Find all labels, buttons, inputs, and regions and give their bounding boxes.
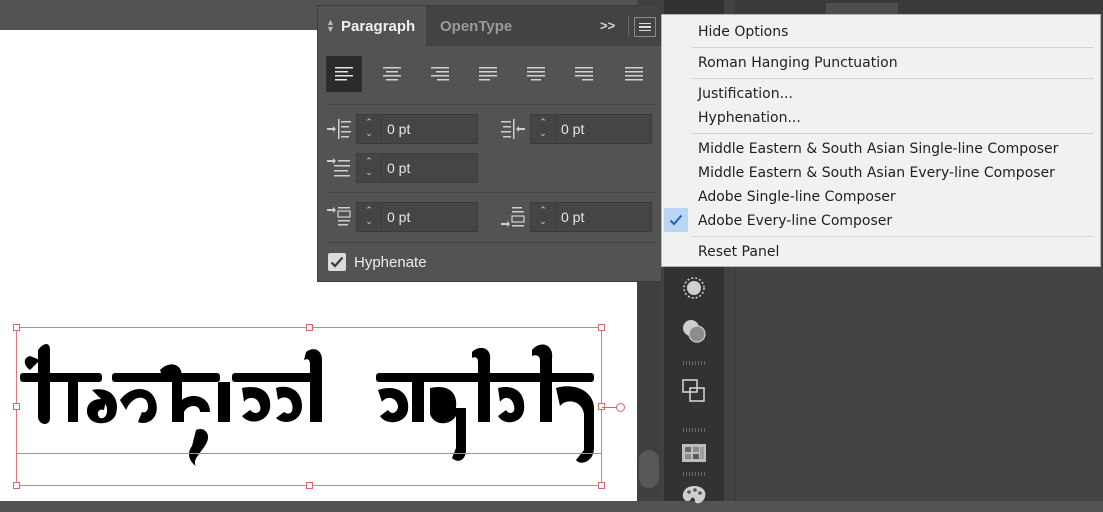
align-center-button[interactable] [374,56,410,92]
space-after-control: ⌃ ⌄ 0 pt [500,202,660,232]
space-before-stepper[interactable]: ⌃ ⌄ [356,202,382,232]
resize-handle[interactable] [598,324,605,331]
first-line-indent-control: ⌃ ⌄ 0 pt [326,153,486,183]
alignment-buttons [326,56,656,94]
menu-item-me-every-line-composer[interactable]: Middle Eastern & South Asian Every-line … [698,162,1055,184]
justify-last-right-button[interactable] [566,56,602,92]
menu-item-hyphenation[interactable]: Hyphenation... [698,107,801,129]
panel-divider [326,192,656,193]
justify-last-left-icon [479,67,497,81]
right-indent-control: ⌃ ⌄ 0 pt [500,114,660,144]
justify-last-left-button[interactable] [470,56,506,92]
align-center-icon [383,67,401,81]
tab-opentype-label: OpenType [440,17,513,35]
left-indent-control: ⌃ ⌄ 0 pt [326,114,486,144]
text-out-port[interactable] [616,403,625,412]
left-indent-stepper[interactable]: ⌃ ⌄ [356,114,382,144]
align-left-button[interactable] [326,56,362,92]
hyphenate-checkbox[interactable] [328,253,346,271]
justify-all-icon [625,67,643,81]
swatches-icon[interactable] [678,437,710,469]
menu-separator [692,133,1094,134]
panel-flyout-menu: Hide Options Roman Hanging Punctuation J… [661,14,1101,267]
menu-item-adobe-single-line-composer[interactable]: Adobe Single-line Composer [698,186,896,208]
document-tab-bar [735,0,1103,14]
resize-handle[interactable] [598,482,605,489]
panel-divider [326,242,656,243]
right-indent-stepper[interactable]: ⌃ ⌄ [530,114,556,144]
menu-separator [692,236,1094,237]
left-indent-input[interactable]: 0 pt [382,114,478,144]
right-indent-input[interactable]: 0 pt [556,114,652,144]
text-baseline [16,453,602,454]
transparency-icon[interactable] [678,315,710,347]
menu-item-reset-panel[interactable]: Reset Panel [698,241,779,263]
hyphenate-label: Hyphenate [354,253,427,271]
space-before-input[interactable]: 0 pt [382,202,478,232]
first-line-indent-stepper[interactable]: ⌃ ⌄ [356,153,382,183]
text-frame-bounds[interactable] [16,327,602,486]
menu-item-hide-options[interactable]: Hide Options [698,21,788,43]
space-after-stepper[interactable]: ⌃ ⌄ [530,202,556,232]
hyphenate-option[interactable]: Hyphenate [328,251,427,273]
collapse-arrows-icon[interactable]: ▲ ▼ [326,18,335,34]
checkmark-icon [330,256,344,268]
panel-tab-bar: ▲ ▼ Paragraph OpenType >> [318,6,661,46]
tab-divider [628,16,629,36]
dock-grip[interactable] [683,428,705,432]
menu-item-justification[interactable]: Justification... [698,83,793,105]
resize-handle[interactable] [306,324,313,331]
menu-item-me-single-line-composer[interactable]: Middle Eastern & South Asian Single-line… [698,138,1058,160]
align-right-icon [431,67,449,81]
resize-handle[interactable] [13,324,20,331]
tab-paragraph[interactable]: ▲ ▼ Paragraph [318,6,426,46]
out-port-line [602,407,616,408]
resize-handle[interactable] [306,482,313,489]
paragraph-panel: ▲ ▼ Paragraph OpenType >> ⌃ ⌄ 0 pt ⌃ ⌄ 0… [317,5,662,282]
space-before-icon [327,207,351,226]
first-line-indent-input[interactable]: 0 pt [382,153,478,183]
tab-opentype[interactable]: OpenType [426,6,526,46]
dock-grip[interactable] [683,361,705,365]
palette-icon[interactable] [678,480,710,512]
menu-check-cell [664,208,688,232]
justify-last-center-icon [527,67,545,81]
panel-divider [326,104,656,105]
resize-handle[interactable] [13,482,20,489]
justify-last-right-icon [575,67,593,81]
align-left-icon [335,67,353,81]
space-after-input[interactable]: 0 pt [556,202,652,232]
checkmark-icon [669,214,683,226]
right-indent-icon [501,119,525,139]
align-right-button[interactable] [422,56,458,92]
panel-menu-button[interactable] [634,17,656,37]
scrollbar-thumb[interactable] [639,450,659,488]
appearance-icon[interactable] [678,272,710,304]
menu-separator [692,47,1094,48]
pathfinder-icon[interactable] [678,375,710,407]
menu-item-roman-hanging-punctuation[interactable]: Roman Hanging Punctuation [698,52,898,74]
justify-all-button[interactable] [616,56,652,92]
menu-item-adobe-every-line-composer[interactable]: Adobe Every-line Composer [698,210,892,232]
first-line-indent-icon [327,158,350,177]
space-after-icon [501,207,525,227]
justify-last-center-button[interactable] [518,56,554,92]
tab-paragraph-label: Paragraph [341,17,416,35]
space-before-control: ⌃ ⌄ 0 pt [326,202,486,232]
expand-panel-button[interactable]: >> [600,18,615,33]
dock-grip[interactable] [683,472,705,476]
left-indent-icon [327,119,351,139]
menu-separator [692,78,1094,79]
resize-handle[interactable] [13,403,20,410]
